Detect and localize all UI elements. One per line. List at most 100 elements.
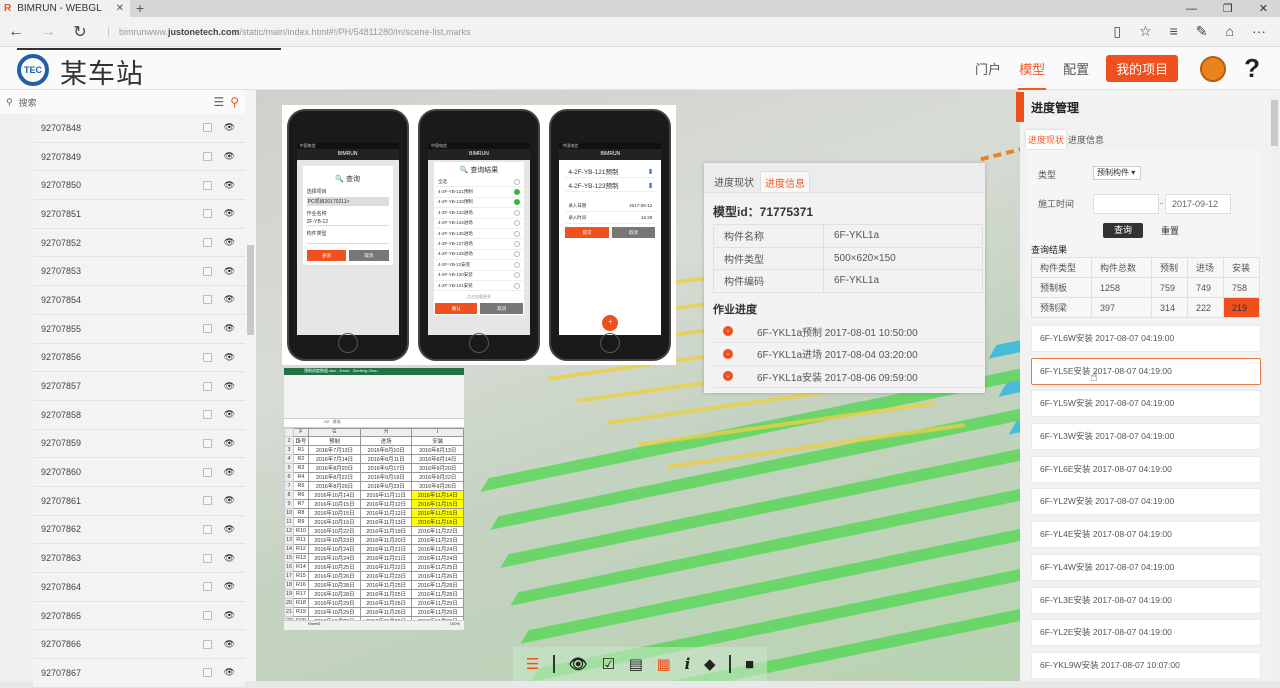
close-tab-icon[interactable]: ✕	[116, 3, 124, 14]
eye-icon[interactable]: 👁	[224, 294, 235, 305]
checked-icon[interactable]	[513, 189, 520, 196]
list-item[interactable]: 92707866 👁	[33, 630, 245, 660]
checkbox[interactable]	[202, 467, 212, 477]
back-button[interactable]: ←	[0, 23, 32, 41]
project-select[interactable]: PC项目20170211>	[306, 197, 389, 206]
list-item[interactable]: 92707859 👁	[33, 429, 245, 459]
share-icon[interactable]: ⌂	[1226, 23, 1234, 40]
progress-record[interactable]: 6F-YL2W安装 2017-08-07 04:19:00	[1031, 488, 1261, 516]
tab-progress-info[interactable]: 进度信息	[760, 171, 810, 192]
eye-icon[interactable]: 👁	[224, 381, 235, 392]
list-item[interactable]: 92707857 👁	[33, 372, 245, 401]
panel-scroll-thumb[interactable]	[1271, 100, 1278, 146]
table-cell[interactable]: 397	[1090, 297, 1152, 318]
expand-chevron-icon[interactable]: ⌄	[723, 326, 733, 337]
clipboard-icon[interactable]: ▤	[629, 655, 643, 673]
result-item[interactable]: 4-2F-YB-125进场	[434, 229, 523, 240]
eye-icon[interactable]: 👁	[224, 524, 235, 535]
list-item[interactable]: 92707850 👁	[33, 171, 245, 201]
eye-icon[interactable]: 👁	[224, 151, 235, 162]
checked-icon[interactable]	[513, 199, 520, 206]
cancel-button[interactable]: 取消	[611, 227, 656, 238]
list-item[interactable]: 92707865 👁	[33, 601, 245, 631]
hub-icon[interactable]: ≡	[1170, 23, 1178, 40]
new-tab-button[interactable]: +	[136, 0, 144, 16]
minimize-button[interactable]: —	[1186, 3, 1197, 15]
list-item[interactable]: 92707858 👁	[33, 400, 245, 430]
checkbox[interactable]	[202, 266, 212, 276]
result-item[interactable]: 4-2F-YB-12安装	[434, 260, 523, 271]
web-note-icon[interactable]: ✎	[1196, 23, 1208, 40]
checkbox[interactable]	[202, 209, 212, 219]
checkbox[interactable]	[202, 582, 212, 592]
nav-config[interactable]: 配置	[1054, 59, 1098, 78]
cancel-button[interactable]: 取消	[480, 303, 523, 315]
clipboard-check-icon[interactable]: ☑	[602, 655, 615, 673]
list-item[interactable]: 92707852 👁	[33, 228, 245, 258]
result-item[interactable]: 4-2F-YB-128进场	[434, 250, 523, 261]
result-item[interactable]: 4-2F-YB-120安装	[434, 271, 523, 281]
list-item[interactable]: 92707855 👁	[33, 314, 245, 344]
progress-record[interactable]: 6F-YL4E安装 2017-08-07 04:19:00	[1031, 521, 1261, 549]
radio-icon[interactable]	[513, 178, 520, 185]
eye-icon[interactable]: 👁	[224, 467, 235, 478]
table-cell[interactable]: 314	[1150, 297, 1188, 318]
expand-chevron-icon[interactable]: ⌄	[723, 371, 733, 382]
checkbox[interactable]	[202, 524, 212, 534]
progress-record[interactable]: 6F-YKL9W安装 2017-08-07 10:07:00	[1031, 651, 1261, 679]
list-item[interactable]: 92707848 👁	[33, 114, 245, 143]
checkbox[interactable]	[202, 410, 212, 420]
list-item[interactable]: 92707863 👁	[33, 544, 245, 573]
confirm-button[interactable]: 确认	[434, 303, 478, 315]
tab-progress-info[interactable]: 进度信息	[1066, 130, 1106, 149]
type-select[interactable]: 预制构件 ▾	[1093, 166, 1141, 180]
radio-icon[interactable]	[513, 251, 520, 258]
sidebar-scroll-thumb[interactable]	[247, 245, 254, 335]
table-cell[interactable]: 758	[1222, 277, 1261, 298]
info-icon[interactable]: i	[685, 655, 691, 673]
progress-record[interactable]: 6F-YL4W安装 2017-08-07 04:19:00	[1031, 553, 1261, 581]
checkbox[interactable]	[202, 639, 212, 649]
eye-icon[interactable]: 👁	[224, 667, 235, 678]
list-item[interactable]: 92707849 👁	[33, 142, 245, 172]
table-cell[interactable]: 219	[1222, 297, 1261, 318]
progress-record[interactable]: 6F-YL6W安装 2017-08-07 04:19:00	[1031, 325, 1261, 352]
progress-record[interactable]: 6F-YL3W安装 2017-08-07 04:19:00	[1031, 423, 1261, 451]
radio-icon[interactable]	[513, 282, 520, 289]
eye-icon[interactable]: 👁	[569, 655, 588, 673]
progress-record[interactable]: 6F-YL5E安装 2017-08-07 04:19:00	[1031, 357, 1261, 385]
result-item[interactable]: 4-2F-YB-121预制	[434, 187, 523, 198]
radio-icon[interactable]	[513, 241, 520, 248]
progress-item[interactable]: ⌄ 6F-YKL1a进场 2017-08-04 03:20:00	[713, 343, 983, 366]
list-item[interactable]: 92707853 👁	[33, 257, 245, 287]
submit-button[interactable]: 提交	[565, 227, 609, 238]
work-name-input[interactable]: 2F-YB-12	[306, 219, 389, 226]
add-button[interactable]: +	[602, 315, 619, 331]
eye-icon[interactable]: 👁	[224, 409, 235, 420]
list-filter-icon[interactable]: ☰	[213, 95, 224, 109]
checkbox[interactable]	[202, 180, 212, 190]
result-item[interactable]: 4-2F-YB-123预制	[434, 198, 523, 209]
table-cell[interactable]: 749	[1186, 277, 1224, 298]
url-field[interactable]: bimrunwww.justonetech.com/static/main/in…	[108, 26, 470, 37]
delete-icon[interactable]: ▮	[649, 181, 653, 189]
gantt-icon[interactable]: ☰	[526, 655, 539, 673]
result-item[interactable]: 4-2F-YB-127进场	[434, 239, 523, 250]
progress-record[interactable]: 6F-YL6E安装 2017-08-07 04:19:00	[1031, 455, 1261, 483]
close-window-button[interactable]: ✕	[1259, 2, 1268, 15]
progress-record[interactable]: 6F-YL2E安装 2017-08-07 04:19:00	[1031, 619, 1261, 647]
checkbox[interactable]	[202, 668, 212, 678]
reading-view-icon[interactable]: ▯	[1113, 23, 1121, 40]
help-icon[interactable]: ?	[1244, 53, 1260, 84]
end-date-input[interactable]: 2017-09-12	[1165, 194, 1231, 214]
browser-tab[interactable]: R BIMRUN - WEBGL ✕	[0, 0, 130, 17]
checkbox[interactable]	[202, 352, 212, 362]
cancel-button[interactable]: 取消	[349, 250, 389, 261]
list-item[interactable]: 92707860 👁	[33, 458, 245, 487]
result-item[interactable]: 4-2F-YB-124进场	[434, 219, 523, 229]
component-type-input[interactable]: 构件类型	[306, 230, 389, 244]
tab-progress-status[interactable]: 进度现状	[1026, 130, 1067, 149]
restore-button[interactable]: ❐	[1223, 2, 1233, 15]
radio-icon[interactable]	[513, 220, 520, 227]
progress-record[interactable]: 6F-YL5W安装 2017-08-07 04:19:00	[1031, 390, 1261, 418]
